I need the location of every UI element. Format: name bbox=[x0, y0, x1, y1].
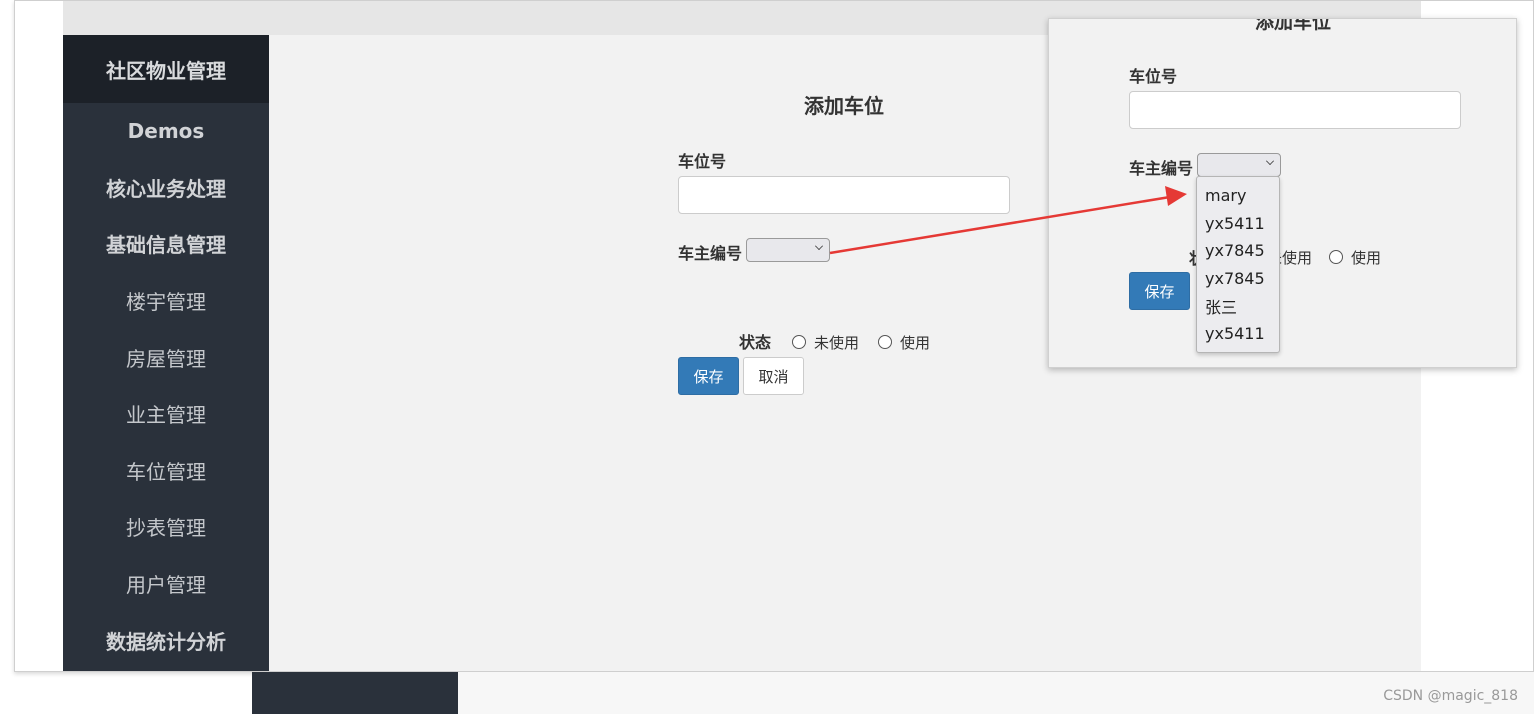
red-arrow-annotation bbox=[829, 186, 1187, 255]
bottom-sidebar-strip bbox=[252, 672, 458, 714]
arrow-line bbox=[829, 195, 1171, 255]
arrow-head-icon bbox=[1165, 186, 1187, 206]
screenshot: 社区物业管理 Demos 核心业务处理 基础信息管理 楼宇管理 房屋管理 业主管… bbox=[0, 0, 1534, 714]
watermark: CSDN @magic_818 bbox=[1383, 688, 1518, 704]
bottom-area bbox=[458, 672, 1534, 714]
